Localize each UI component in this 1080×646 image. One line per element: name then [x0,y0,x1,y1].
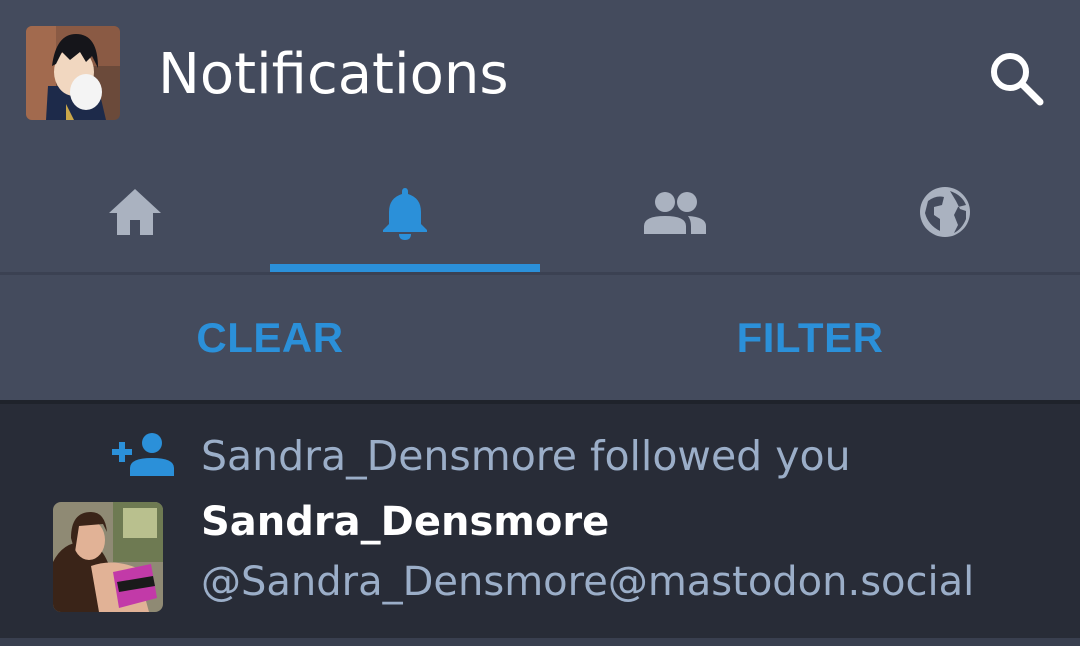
user-avatar[interactable] [26,26,120,120]
filter-button[interactable]: FILTER [540,275,1080,400]
bell-icon [383,188,427,240]
page-title: Notifications [158,42,509,107]
item-divider [0,638,1080,646]
active-tab-indicator [270,264,540,272]
person-add-icon [112,432,174,476]
tab-notifications[interactable] [270,150,540,274]
tab-local[interactable] [540,150,810,274]
notification-item[interactable]: Sandra_Densmore followed you Sandra_Dens… [0,404,1080,638]
home-icon [109,189,161,235]
follower-account-handle: @Sandra_Densmore@mastodon.social [201,559,975,605]
clear-button[interactable]: CLEAR [0,275,540,400]
notification-message: Sandra_Densmore followed you [201,432,851,480]
search-button[interactable] [982,44,1050,112]
app-header: Notifications [0,0,1080,150]
search-icon [991,53,1044,106]
tab-federated[interactable] [810,150,1080,274]
tab-home[interactable] [0,150,270,274]
notification-actions: CLEAR FILTER [0,275,1080,400]
navigation-tabs [0,150,1080,274]
people-icon [644,192,706,234]
follower-display-name[interactable]: Sandra_Densmore [201,494,609,550]
follower-avatar[interactable] [53,502,163,612]
globe-icon [920,187,970,237]
